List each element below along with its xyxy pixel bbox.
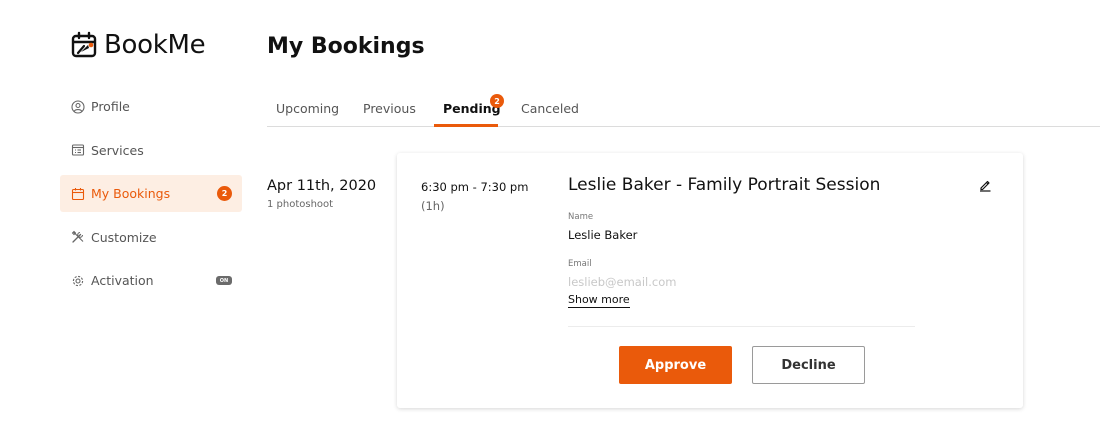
calendar-icon [71, 187, 85, 201]
bookings-count-badge: 2 [217, 186, 232, 201]
booking-duration: (1h) [421, 199, 445, 213]
show-more-link[interactable]: Show more [568, 293, 630, 308]
user-circle-icon [71, 99, 85, 114]
pending-count-badge: 2 [490, 94, 504, 108]
customer-email: leslieb@email.com [568, 275, 677, 289]
list-card-icon [71, 143, 85, 157]
sidebar-item-label: Services [91, 142, 144, 158]
sidebar-item-my-bookings[interactable]: My Bookings 2 [60, 175, 242, 212]
booking-count: 1 photoshoot [267, 199, 334, 210]
booking-card: 6:30 pm - 7:30 pm (1h) Leslie Baker - Fa… [397, 153, 1023, 408]
customer-name: Leslie Baker [568, 228, 638, 242]
booking-tabs: Upcoming Previous Pending 2 Canceled [267, 88, 1100, 127]
sidebar-item-label: Activation [91, 273, 154, 288]
sidebar-item-label: Profile [91, 99, 130, 114]
booking-time: 6:30 pm - 7:30 pm [421, 180, 529, 194]
approve-button[interactable]: Approve [619, 346, 732, 384]
card-divider [568, 326, 915, 327]
activation-toggle[interactable]: ON [216, 276, 232, 285]
sidebar: Profile Services My Bookings 2 Customize… [60, 88, 242, 306]
tab-canceled[interactable]: Canceled [521, 101, 579, 116]
tab-upcoming[interactable]: Upcoming [276, 101, 339, 116]
app-logo[interactable]: BookMe [70, 30, 206, 60]
active-tab-indicator [434, 124, 498, 127]
booking-date-group: Apr 11th, 2020 1 photoshoot [267, 178, 376, 210]
gear-icon [71, 274, 85, 288]
booking-title: Leslie Baker - Family Portrait Session [568, 175, 881, 195]
sidebar-item-label: Customize [91, 229, 157, 245]
sidebar-item-services[interactable]: Services [60, 132, 242, 169]
decline-button[interactable]: Decline [752, 346, 865, 384]
tab-previous[interactable]: Previous [363, 101, 416, 116]
sidebar-item-customize[interactable]: Customize [60, 219, 242, 256]
calendar-logo-icon [70, 31, 98, 59]
booking-date: Apr 11th, 2020 [267, 178, 377, 194]
sidebar-item-profile[interactable]: Profile [60, 88, 242, 125]
page-title: My Bookings [267, 34, 425, 59]
name-label: Name [568, 212, 594, 222]
sidebar-item-activation[interactable]: Activation ON [60, 262, 242, 299]
app-name: BookMe [104, 30, 206, 60]
edit-icon[interactable] [978, 178, 992, 192]
tools-icon [71, 230, 85, 244]
email-label: Email [568, 259, 592, 269]
sidebar-item-label: My Bookings [91, 186, 171, 201]
